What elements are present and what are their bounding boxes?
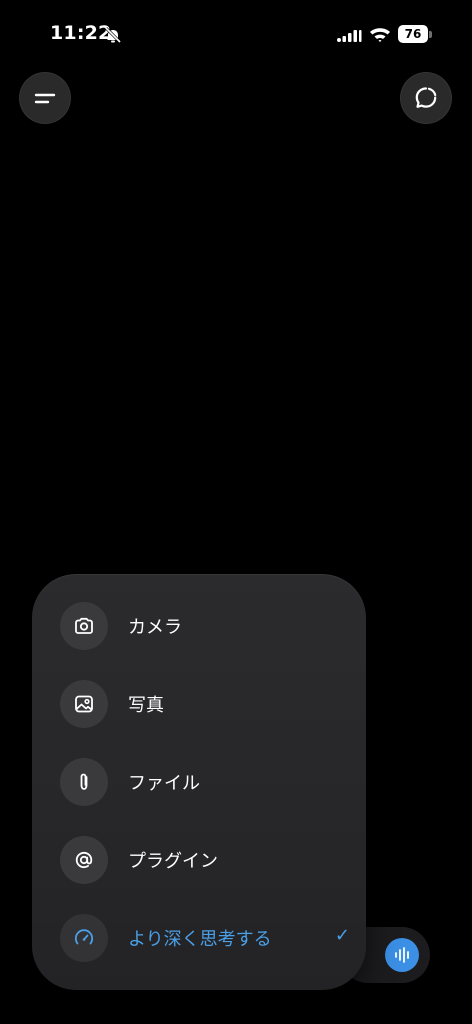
- menu-icon-wrap: [60, 680, 108, 728]
- menu-item-label: 写真: [128, 695, 164, 716]
- chat-bubble-refresh-icon: [415, 87, 437, 108]
- menu-item-photos[interactable]: 写真: [60, 679, 350, 729]
- paperclip-icon: [80, 773, 88, 790]
- wifi-icon: [370, 28, 390, 42]
- menu-item-camera[interactable]: カメラ: [60, 601, 350, 651]
- menu-item-label: カメラ: [128, 617, 182, 638]
- gauge-icon: [74, 929, 94, 945]
- status-time: 11:22: [50, 22, 112, 44]
- at-sign-icon: [75, 851, 93, 869]
- menu-lines-icon: [34, 93, 56, 104]
- menu-item-label: より深く思考する: [128, 929, 272, 950]
- menu-icon-wrap: [60, 836, 108, 884]
- menu-item-label: プラグイン: [128, 851, 218, 872]
- status-bar: 11:22 76: [0, 0, 472, 70]
- menu-item-think-deeper[interactable]: より深く思考する ✓: [60, 913, 350, 963]
- menu-item-file[interactable]: ファイル: [60, 757, 350, 807]
- photo-icon: [75, 695, 93, 713]
- new-chat-button[interactable]: [400, 72, 452, 124]
- attachment-menu: カメラ 写真 ファイル プラグイン より深く思考する ✓: [32, 574, 366, 990]
- battery-level: 76: [404, 27, 422, 41]
- bell-slash-icon: [104, 26, 122, 44]
- cellular-signal-icon: [337, 30, 362, 42]
- audio-waveform-icon: [395, 947, 409, 963]
- voice-mode-button[interactable]: [385, 938, 419, 972]
- battery-tip: [429, 31, 432, 38]
- camera-icon: [75, 617, 93, 634]
- sidebar-menu-button[interactable]: [19, 72, 71, 124]
- checkmark-icon: ✓: [334, 925, 350, 946]
- menu-icon-wrap: [60, 914, 108, 962]
- menu-icon-wrap: [60, 602, 108, 650]
- menu-item-label: ファイル: [128, 773, 200, 794]
- menu-icon-wrap: [60, 758, 108, 806]
- menu-item-plugins[interactable]: プラグイン: [60, 835, 350, 885]
- battery-indicator: 76: [398, 25, 428, 43]
